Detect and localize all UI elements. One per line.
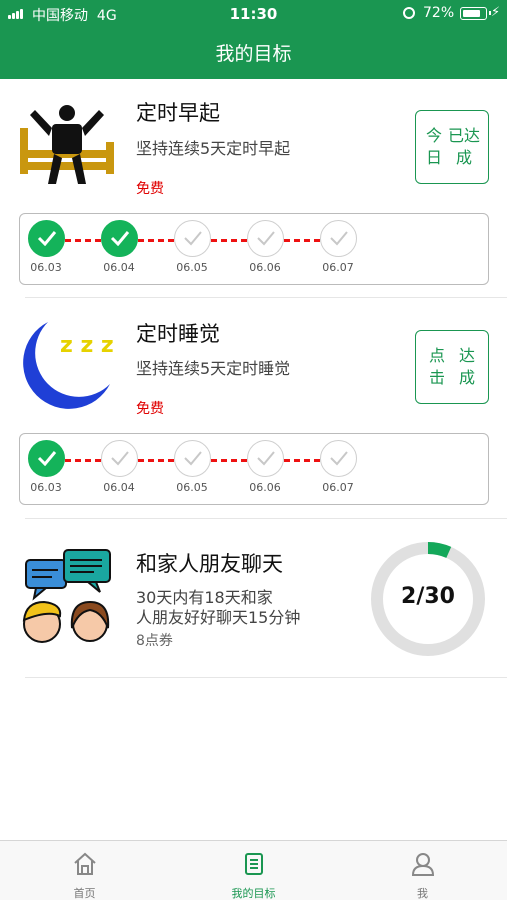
- tab-label: 我: [417, 887, 428, 900]
- day-date: 06.06: [249, 261, 281, 274]
- divider: [25, 518, 507, 519]
- check-icon: [100, 440, 138, 477]
- tab-my-goals[interactable]: 我的目标: [169, 841, 338, 900]
- sleep-z-text: z z z: [60, 333, 114, 358]
- goal-reward: 8点券: [136, 633, 173, 649]
- day-marker: 06.03: [23, 440, 69, 494]
- check-icon: [319, 220, 357, 257]
- divider: [25, 677, 507, 678]
- goal-price: 免费: [136, 401, 164, 417]
- tab-home[interactable]: 首页: [0, 841, 169, 900]
- goal-description: 坚持连续5天定时睡觉: [136, 359, 291, 378]
- progress-text: 2/30: [401, 584, 455, 609]
- day-date: 06.07: [322, 481, 354, 494]
- day-date: 06.03: [30, 481, 62, 494]
- tab-label: 我的目标: [231, 887, 276, 900]
- streak-tracker: 06.03 06.04 06.05 06.06 06.07: [19, 213, 489, 285]
- battery-percent: 72%: [423, 5, 455, 21]
- check-icon: [173, 220, 211, 257]
- day-marker: 06.07: [315, 220, 361, 274]
- check-icon: [27, 220, 65, 257]
- day-date: 06.05: [176, 261, 208, 274]
- home-icon: [74, 852, 96, 875]
- check-icon: [100, 220, 138, 257]
- battery-icon: [460, 7, 491, 20]
- goal-description: 30天内有18天和家 人朋友好好聊天15分钟: [136, 588, 301, 627]
- goal-price: 免费: [136, 181, 164, 197]
- goals-list-icon: [245, 853, 263, 875]
- tab-bar: 首页 我的目标 我: [0, 840, 507, 900]
- charging-icon: ⚡: [491, 5, 501, 20]
- check-icon: [27, 440, 65, 477]
- day-marker: 06.06: [242, 440, 288, 494]
- wake-up-icon: [20, 105, 114, 184]
- divider: [25, 297, 507, 298]
- top-bar: 中国移动 4G 11:30 72% ⚡ 我的目标: [0, 0, 507, 79]
- day-marker: 06.03: [23, 220, 69, 274]
- mark-achieved-button[interactable]: 点击 达成: [415, 330, 489, 404]
- moon-sleep-icon: z z z: [23, 322, 114, 409]
- day-date: 06.07: [322, 261, 354, 274]
- chat-people-icon: [22, 549, 111, 643]
- day-marker: 06.07: [315, 440, 361, 494]
- check-icon: [246, 220, 284, 257]
- rotation-lock-icon: [403, 7, 415, 19]
- check-icon: [246, 440, 284, 477]
- check-icon: [173, 440, 211, 477]
- day-marker: 06.05: [169, 220, 215, 274]
- tab-me[interactable]: 我: [338, 841, 507, 900]
- check-icon: [319, 440, 357, 477]
- status-bar: 中国移动 4G 11:30 72% ⚡: [0, 0, 507, 28]
- day-date: 06.06: [249, 481, 281, 494]
- day-date: 06.03: [30, 261, 62, 274]
- goal-title: 定时早起: [136, 101, 220, 125]
- day-marker: 06.04: [96, 220, 142, 274]
- streak-tracker: 06.03 06.04 06.05 06.06 06.07: [19, 433, 489, 505]
- page-title: 我的目标: [215, 43, 292, 65]
- day-date: 06.05: [176, 481, 208, 494]
- day-marker: 06.05: [169, 440, 215, 494]
- goal-title: 和家人朋友聊天: [136, 552, 283, 576]
- tab-label: 首页: [73, 887, 96, 900]
- profile-icon: [411, 853, 435, 876]
- day-marker: 06.04: [96, 440, 142, 494]
- goal-description: 坚持连续5天定时早起: [136, 139, 291, 158]
- achieved-today-button[interactable]: 今日 已达成: [415, 110, 489, 184]
- day-marker: 06.06: [242, 220, 288, 274]
- day-date: 06.04: [103, 481, 135, 494]
- goal-title: 定时睡觉: [136, 322, 220, 346]
- day-date: 06.04: [103, 261, 135, 274]
